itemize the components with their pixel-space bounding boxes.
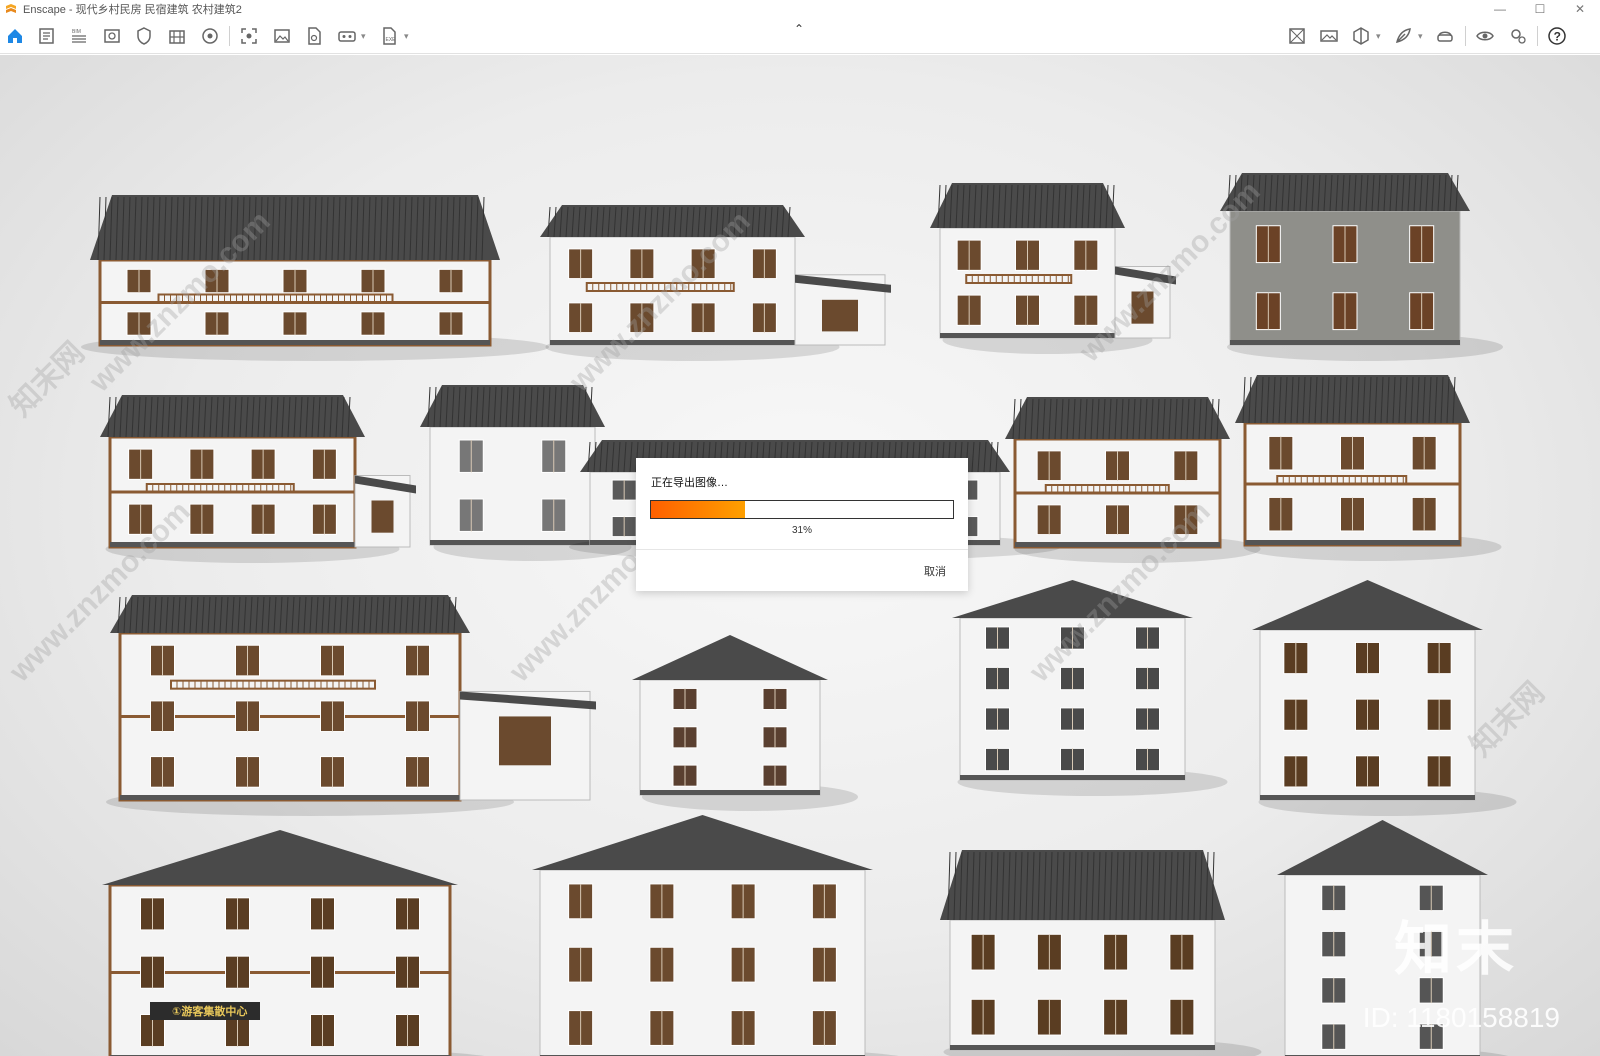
vr-headset-icon[interactable] bbox=[336, 25, 358, 47]
shield-icon[interactable] bbox=[133, 25, 155, 47]
close-button[interactable]: ✕ bbox=[1560, 0, 1600, 18]
building-model bbox=[940, 850, 1262, 1056]
building-icon[interactable] bbox=[166, 25, 188, 47]
enscape-logo-icon bbox=[6, 4, 16, 13]
building-model bbox=[106, 595, 596, 816]
dialog-divider bbox=[636, 549, 968, 550]
document-icon[interactable] bbox=[303, 25, 325, 47]
progress-bar bbox=[650, 500, 954, 519]
building-model bbox=[532, 815, 899, 1056]
building-sign-text: ①游客集散中心 bbox=[172, 1004, 247, 1018]
window-title: Enscape - 现代乡村民房 民宿建筑 农村建筑2 bbox=[23, 4, 242, 16]
svg-text:EXE: EXE bbox=[386, 37, 397, 43]
panorama-icon[interactable] bbox=[1318, 25, 1340, 47]
gear-icon[interactable] bbox=[1507, 25, 1529, 47]
building-model bbox=[1235, 375, 1502, 561]
cube-icon[interactable] bbox=[1350, 25, 1372, 47]
vr-icon[interactable] bbox=[1434, 25, 1456, 47]
cancel-button[interactable]: 取消 bbox=[924, 563, 946, 579]
collapse-toolbar-chevron-icon[interactable]: ⌃ bbox=[794, 22, 804, 36]
feather-dropdown-chevron-icon[interactable]: ▾ bbox=[1418, 31, 1423, 42]
view-icon[interactable] bbox=[101, 25, 123, 47]
notes-icon[interactable] bbox=[36, 25, 58, 47]
settings-wheel-icon[interactable] bbox=[199, 25, 221, 47]
asset-library-icon[interactable] bbox=[1286, 25, 1308, 47]
maximize-button[interactable]: ☐ bbox=[1520, 0, 1560, 18]
image-icon[interactable] bbox=[271, 25, 293, 47]
screenshot-icon[interactable] bbox=[238, 25, 260, 47]
home-icon[interactable] bbox=[4, 25, 26, 47]
building-model bbox=[930, 183, 1176, 354]
help-icon[interactable]: ? bbox=[1546, 25, 1568, 47]
title-bar: Enscape - 现代乡村民房 民宿建筑 农村建筑2 — ☐ ✕ bbox=[0, 0, 1600, 18]
building-model bbox=[1005, 397, 1261, 563]
cube-dropdown-chevron-icon[interactable]: ▾ bbox=[1376, 31, 1381, 42]
export-progress-dialog: 正在导出图像… 31% 取消 bbox=[636, 458, 968, 591]
export-icon[interactable]: EXE bbox=[378, 25, 400, 47]
bim-icon[interactable]: BIM bbox=[68, 25, 90, 47]
eye-icon[interactable] bbox=[1474, 25, 1496, 47]
dialog-title: 正在导出图像… bbox=[651, 477, 728, 489]
export-dropdown-chevron-icon[interactable]: ▾ bbox=[404, 31, 409, 42]
progress-fill bbox=[651, 501, 745, 518]
vr-dropdown-chevron-icon[interactable]: ▾ bbox=[361, 31, 366, 42]
minimize-button[interactable]: — bbox=[1480, 0, 1520, 18]
watermark-id: ID: 1180158819 bbox=[1362, 1002, 1560, 1033]
building-model bbox=[632, 635, 858, 811]
watermark-brand: 知末 bbox=[1393, 915, 1518, 983]
svg-text:BIM: BIM bbox=[72, 29, 81, 35]
feather-icon[interactable] bbox=[1392, 25, 1414, 47]
progress-percent: 31% bbox=[791, 525, 812, 536]
svg-text:?: ? bbox=[1554, 30, 1561, 44]
building-model bbox=[1252, 580, 1517, 816]
building-model bbox=[102, 830, 485, 1056]
